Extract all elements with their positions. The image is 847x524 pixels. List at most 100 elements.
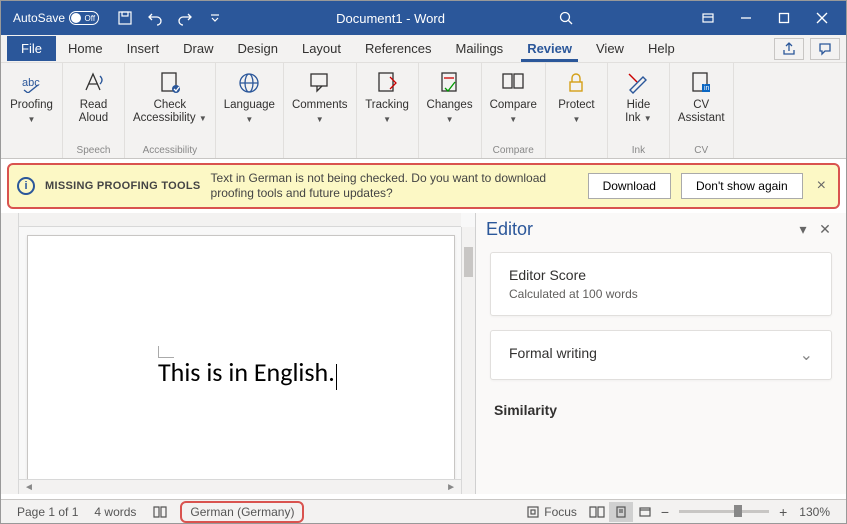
compare-icon xyxy=(499,69,527,97)
accessibility-group[interactable]: Check Accessibility ▼ Accessibility xyxy=(125,63,216,158)
share-button[interactable] xyxy=(774,38,804,60)
tab-home[interactable]: Home xyxy=(56,36,115,61)
chevron-down-icon: ▼ xyxy=(316,115,324,124)
print-layout-button[interactable] xyxy=(609,502,633,522)
similarity-heading: Similarity xyxy=(490,394,832,418)
chevron-down-icon: ▼ xyxy=(28,115,36,124)
language-group[interactable]: Language ▼ xyxy=(216,63,284,158)
ribbon-display-button[interactable] xyxy=(690,4,726,32)
group-caption: Speech xyxy=(71,143,116,158)
group-caption: Accessibility xyxy=(133,143,207,158)
tab-references[interactable]: References xyxy=(353,36,443,61)
comments-group[interactable]: Comments ▼ xyxy=(284,63,357,158)
ribbon-tabs: File Home Insert Draw Design Layout Refe… xyxy=(1,35,846,63)
qat-customize-button[interactable] xyxy=(201,5,229,31)
tab-file[interactable]: File xyxy=(7,36,56,61)
scroll-right-icon[interactable]: ► xyxy=(443,482,459,493)
tab-help[interactable]: Help xyxy=(636,36,687,61)
maximize-button[interactable] xyxy=(766,4,802,32)
autosave-toggle[interactable]: AutoSave Off xyxy=(7,11,105,25)
tab-view[interactable]: View xyxy=(584,36,636,61)
document-page[interactable]: This is in English. xyxy=(27,235,455,486)
document-title: Document1 - Word xyxy=(229,11,552,26)
ink-group[interactable]: Hide Ink ▼ Ink xyxy=(608,63,670,158)
read-aloud-group[interactable]: Read Aloud Speech xyxy=(63,63,125,158)
group-caption: CV xyxy=(678,143,725,158)
compare-group[interactable]: Compare ▼ Compare xyxy=(482,63,546,158)
focus-icon xyxy=(526,505,540,519)
proofing-group[interactable]: abc Proofing ▼ xyxy=(1,63,63,158)
group-label: Check Accessibility ▼ xyxy=(133,99,207,125)
document-area: This is in English. ◄ ► xyxy=(1,213,476,494)
language-status[interactable]: German (Germany) xyxy=(180,501,304,523)
group-label: Comments xyxy=(292,99,348,112)
tracking-group[interactable]: Tracking ▼ xyxy=(357,63,419,158)
redo-button[interactable] xyxy=(171,5,199,31)
zoom-in-button[interactable]: + xyxy=(775,504,791,520)
spellcheck-status[interactable] xyxy=(144,505,176,519)
book-icon xyxy=(152,505,168,519)
protect-icon xyxy=(562,69,590,97)
download-button[interactable]: Download xyxy=(588,173,671,199)
editor-pane-title: Editor xyxy=(486,219,792,240)
comments-button[interactable] xyxy=(810,38,840,60)
changes-group[interactable]: Changes ▼ xyxy=(419,63,482,158)
pane-close-button[interactable]: ✕ xyxy=(814,221,836,238)
group-caption: Compare xyxy=(490,143,537,158)
search-button[interactable] xyxy=(552,5,580,31)
tab-review[interactable]: Review xyxy=(515,36,584,61)
formal-writing-card[interactable]: Formal writing ⌄ xyxy=(490,330,832,380)
tab-design[interactable]: Design xyxy=(226,36,290,61)
group-label: CV Assistant xyxy=(678,99,725,125)
group-label: Language xyxy=(224,99,275,112)
vertical-ruler[interactable] xyxy=(1,213,19,494)
msgbar-title: MISSING PROOFING TOOLS xyxy=(45,180,201,192)
zoom-level[interactable]: 130% xyxy=(791,505,838,519)
zoom-slider[interactable] xyxy=(679,510,769,513)
tab-layout[interactable]: Layout xyxy=(290,36,353,61)
editor-score-card[interactable]: Editor Score Calculated at 100 words xyxy=(490,252,832,316)
tab-insert[interactable]: Insert xyxy=(115,36,172,61)
horizontal-scrollbar[interactable]: ◄ ► xyxy=(19,479,461,494)
group-label: Tracking xyxy=(365,99,409,112)
chevron-down-icon: ⌄ xyxy=(800,345,813,365)
group-label: Changes xyxy=(427,99,473,112)
language-icon xyxy=(235,69,263,97)
close-button[interactable] xyxy=(804,4,840,32)
workspace: This is in English. ◄ ► Editor ▾ ✕ Edito… xyxy=(1,213,846,494)
page-number-status[interactable]: Page 1 of 1 xyxy=(9,505,86,519)
scroll-left-icon[interactable]: ◄ xyxy=(21,482,37,493)
close-icon[interactable]: × xyxy=(813,177,830,195)
svg-text:in: in xyxy=(704,85,710,92)
save-button[interactable] xyxy=(111,5,139,31)
group-label: Read Aloud xyxy=(79,99,108,125)
msgbar-text: Text in German is not being checked. Do … xyxy=(211,171,578,201)
missing-proofing-tools-bar: i MISSING PROOFING TOOLS Text in German … xyxy=(7,163,840,209)
word-count-status[interactable]: 4 words xyxy=(86,505,144,519)
web-layout-button[interactable] xyxy=(633,502,657,522)
accessibility-icon xyxy=(156,69,184,97)
zoom-out-button[interactable]: − xyxy=(657,504,673,520)
ribbon-panel: abc Proofing ▼ Read Aloud Speech Check A… xyxy=(1,63,846,159)
linkedin-icon: in xyxy=(687,69,715,97)
minimize-button[interactable] xyxy=(728,4,764,32)
editor-pane: Editor ▾ ✕ Editor Score Calculated at 10… xyxy=(476,213,846,494)
protect-group[interactable]: Protect ▼ xyxy=(546,63,608,158)
vertical-scrollbar[interactable] xyxy=(461,227,475,494)
autosave-label: AutoSave xyxy=(13,11,65,25)
svg-text:abc: abc xyxy=(22,77,40,89)
editor-score-sub: Calculated at 100 words xyxy=(509,287,813,301)
read-mode-button[interactable] xyxy=(585,502,609,522)
focus-mode-button[interactable]: Focus xyxy=(518,505,585,519)
group-label: Proofing xyxy=(10,99,53,112)
chevron-down-icon: ▼ xyxy=(245,115,253,124)
info-icon: i xyxy=(17,177,35,195)
cv-assistant-group[interactable]: in CV Assistant CV xyxy=(670,63,734,158)
dont-show-again-button[interactable]: Don't show again xyxy=(681,173,803,199)
tab-mailings[interactable]: Mailings xyxy=(444,36,516,61)
undo-button[interactable] xyxy=(141,5,169,31)
tab-draw[interactable]: Draw xyxy=(171,36,225,61)
pane-options-button[interactable]: ▾ xyxy=(792,221,814,238)
quick-access-toolbar xyxy=(111,5,229,31)
horizontal-ruler[interactable] xyxy=(19,213,461,227)
